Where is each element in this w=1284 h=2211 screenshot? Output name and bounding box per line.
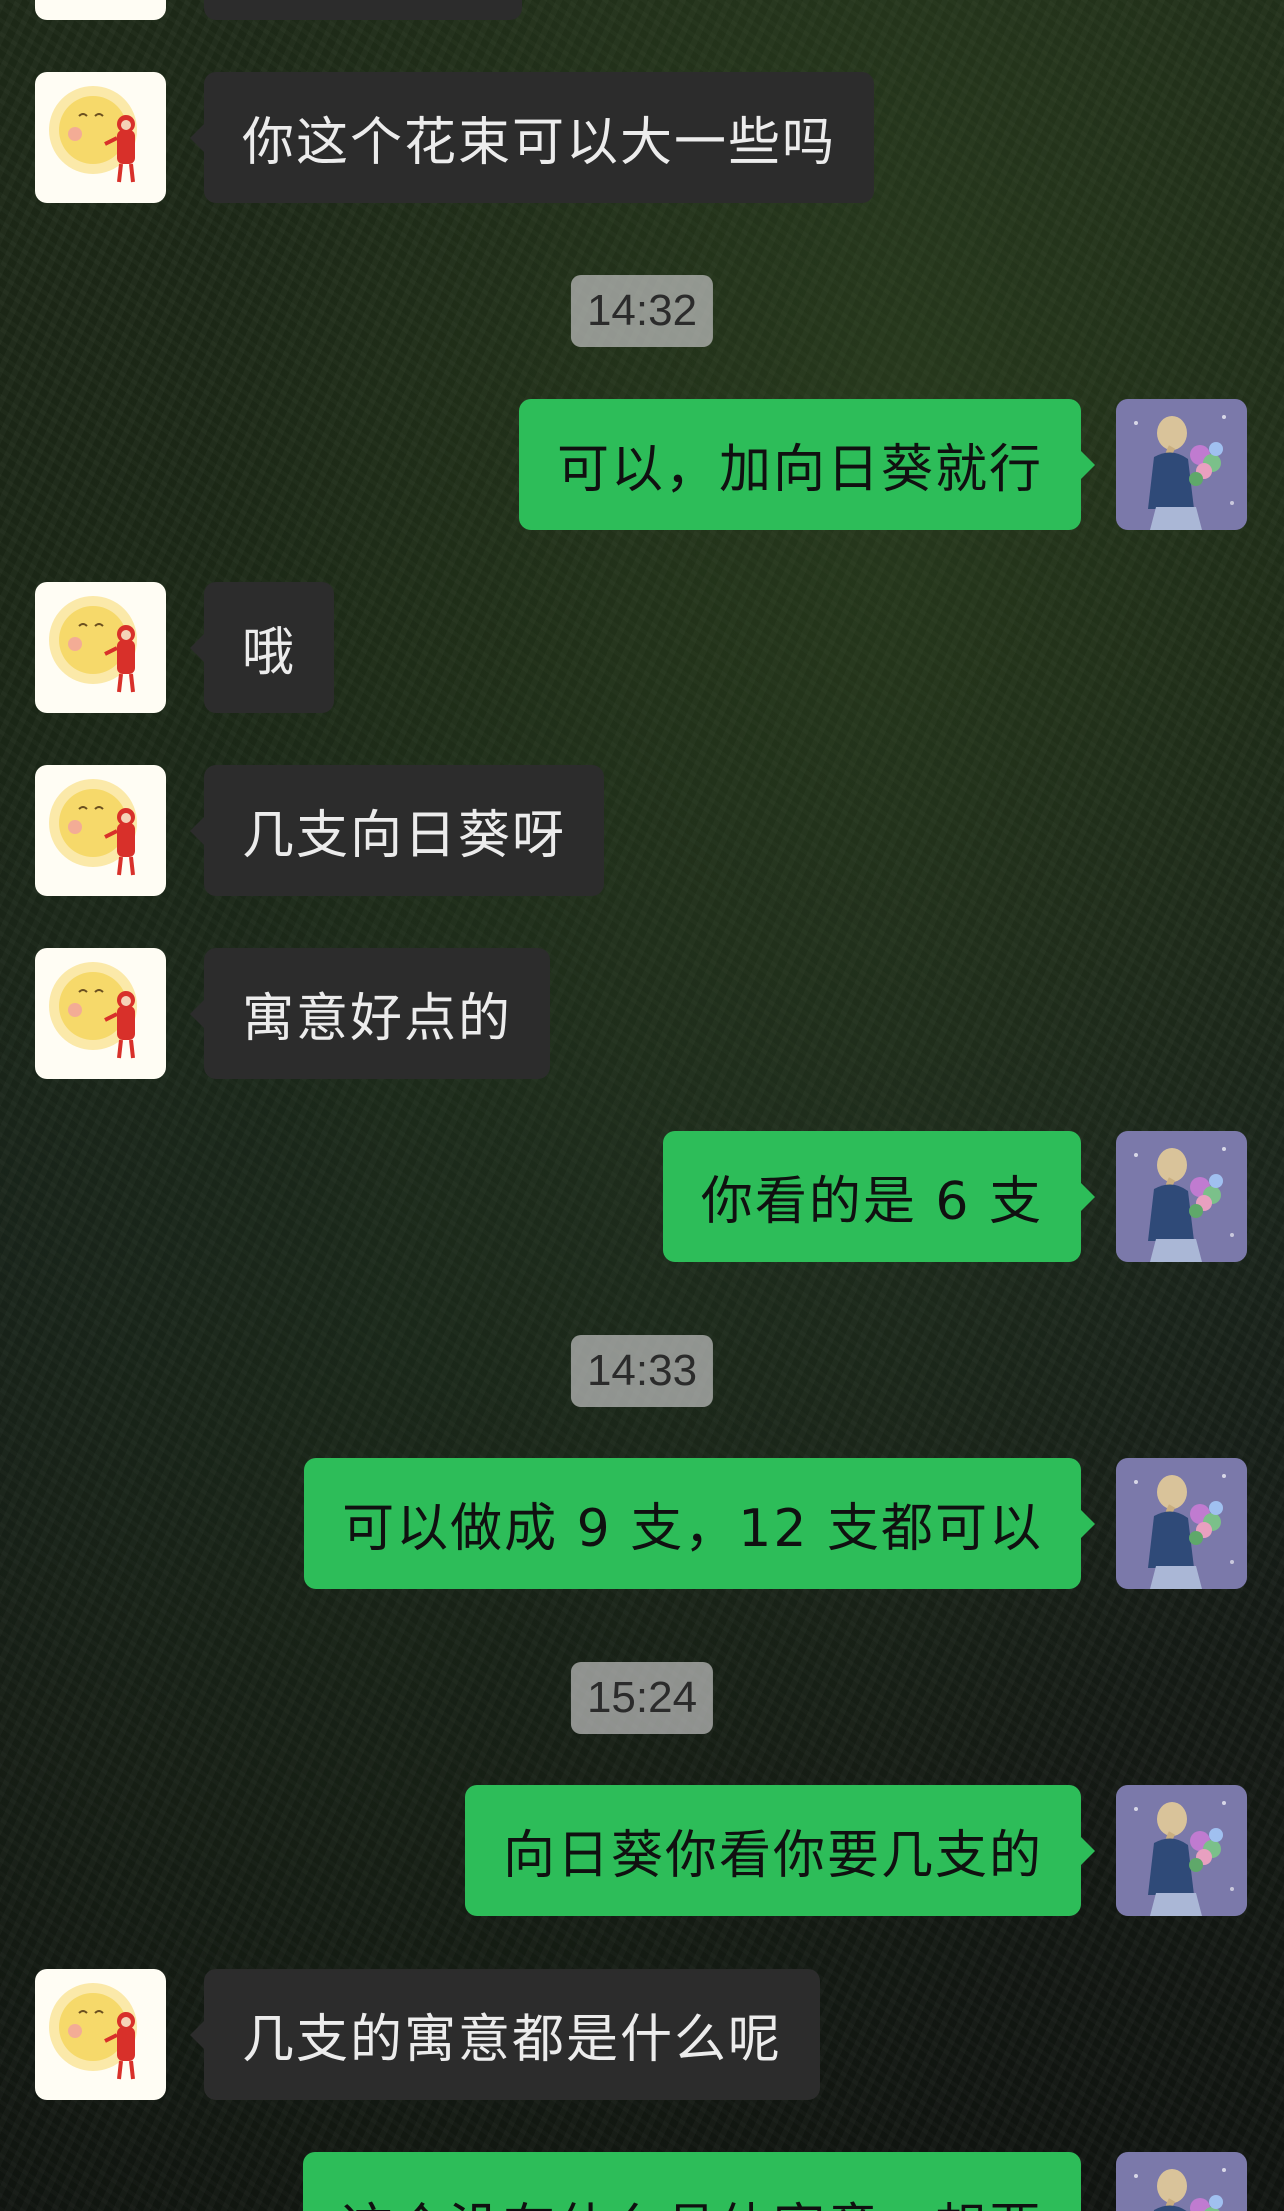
self-avatar[interactable] (1116, 1785, 1247, 1916)
outgoing-message-bubble[interactable]: 向日葵你看你要几支的 (464, 1785, 1096, 1916)
self-avatar[interactable] (1116, 1131, 1247, 1262)
message-text: 这个没有什么具体寓意，想要 (341, 2186, 1043, 2211)
self-avatar[interactable] (1116, 1458, 1247, 1589)
message-text: 寓意好点的 (242, 989, 513, 1049)
cut-off-avatar (35, 0, 166, 20)
contact-avatar[interactable] (35, 1969, 166, 2100)
timestamp: 14:32 (570, 275, 714, 347)
incoming-message-bubble[interactable]: 几支的寓意都是什么呢 (189, 1969, 821, 2100)
outgoing-message-bubble[interactable]: 这个没有什么具体寓意，想要 (302, 2152, 1081, 2211)
message-text: 几支的寓意都是什么呢 (242, 2010, 783, 2070)
outgoing-message-bubble[interactable]: 你看的是 6 支 (662, 1131, 1096, 1262)
message-text: 哦 (242, 623, 297, 683)
outgoing-message-bubble[interactable]: 可以做成 9 支，12 支都可以 (304, 1458, 1095, 1589)
contact-avatar[interactable] (35, 948, 166, 1079)
contact-avatar[interactable] (35, 72, 166, 203)
incoming-message-bubble[interactable]: 哦 (189, 582, 335, 713)
message-text: 向日葵你看你要几支的 (502, 1826, 1043, 1886)
outgoing-message-bubble[interactable]: 可以，加向日葵就行 (518, 399, 1096, 530)
incoming-message-bubble[interactable]: 几支向日葵呀 (189, 765, 605, 896)
message-text: 可以做成 9 支，12 支都可以 (342, 1499, 1043, 1559)
chat-screen: 你这个花束可以大一些吗 14:32 可以，加向日葵就行 哦 几支向日葵呀 寓意好… (0, 0, 1284, 2211)
cut-off-bubble (204, 0, 522, 20)
message-text: 你看的是 6 支 (700, 1172, 1043, 1232)
message-text: 几支向日葵呀 (242, 806, 567, 866)
contact-avatar[interactable] (35, 765, 166, 896)
incoming-message-bubble[interactable]: 你这个花束可以大一些吗 (189, 72, 875, 203)
self-avatar[interactable] (1116, 399, 1247, 530)
timestamp: 15:24 (570, 1662, 714, 1734)
timestamp-text: 14:33 (586, 1346, 698, 1395)
message-text: 你这个花束可以大一些吗 (242, 113, 837, 173)
timestamp-text: 14:32 (586, 286, 698, 335)
self-avatar[interactable] (1116, 2152, 1247, 2211)
contact-avatar[interactable] (35, 582, 166, 713)
timestamp: 14:33 (570, 1335, 714, 1407)
timestamp-text: 15:24 (586, 1673, 698, 1722)
message-text: 可以，加向日葵就行 (556, 440, 1043, 500)
incoming-message-bubble[interactable]: 寓意好点的 (189, 948, 551, 1079)
